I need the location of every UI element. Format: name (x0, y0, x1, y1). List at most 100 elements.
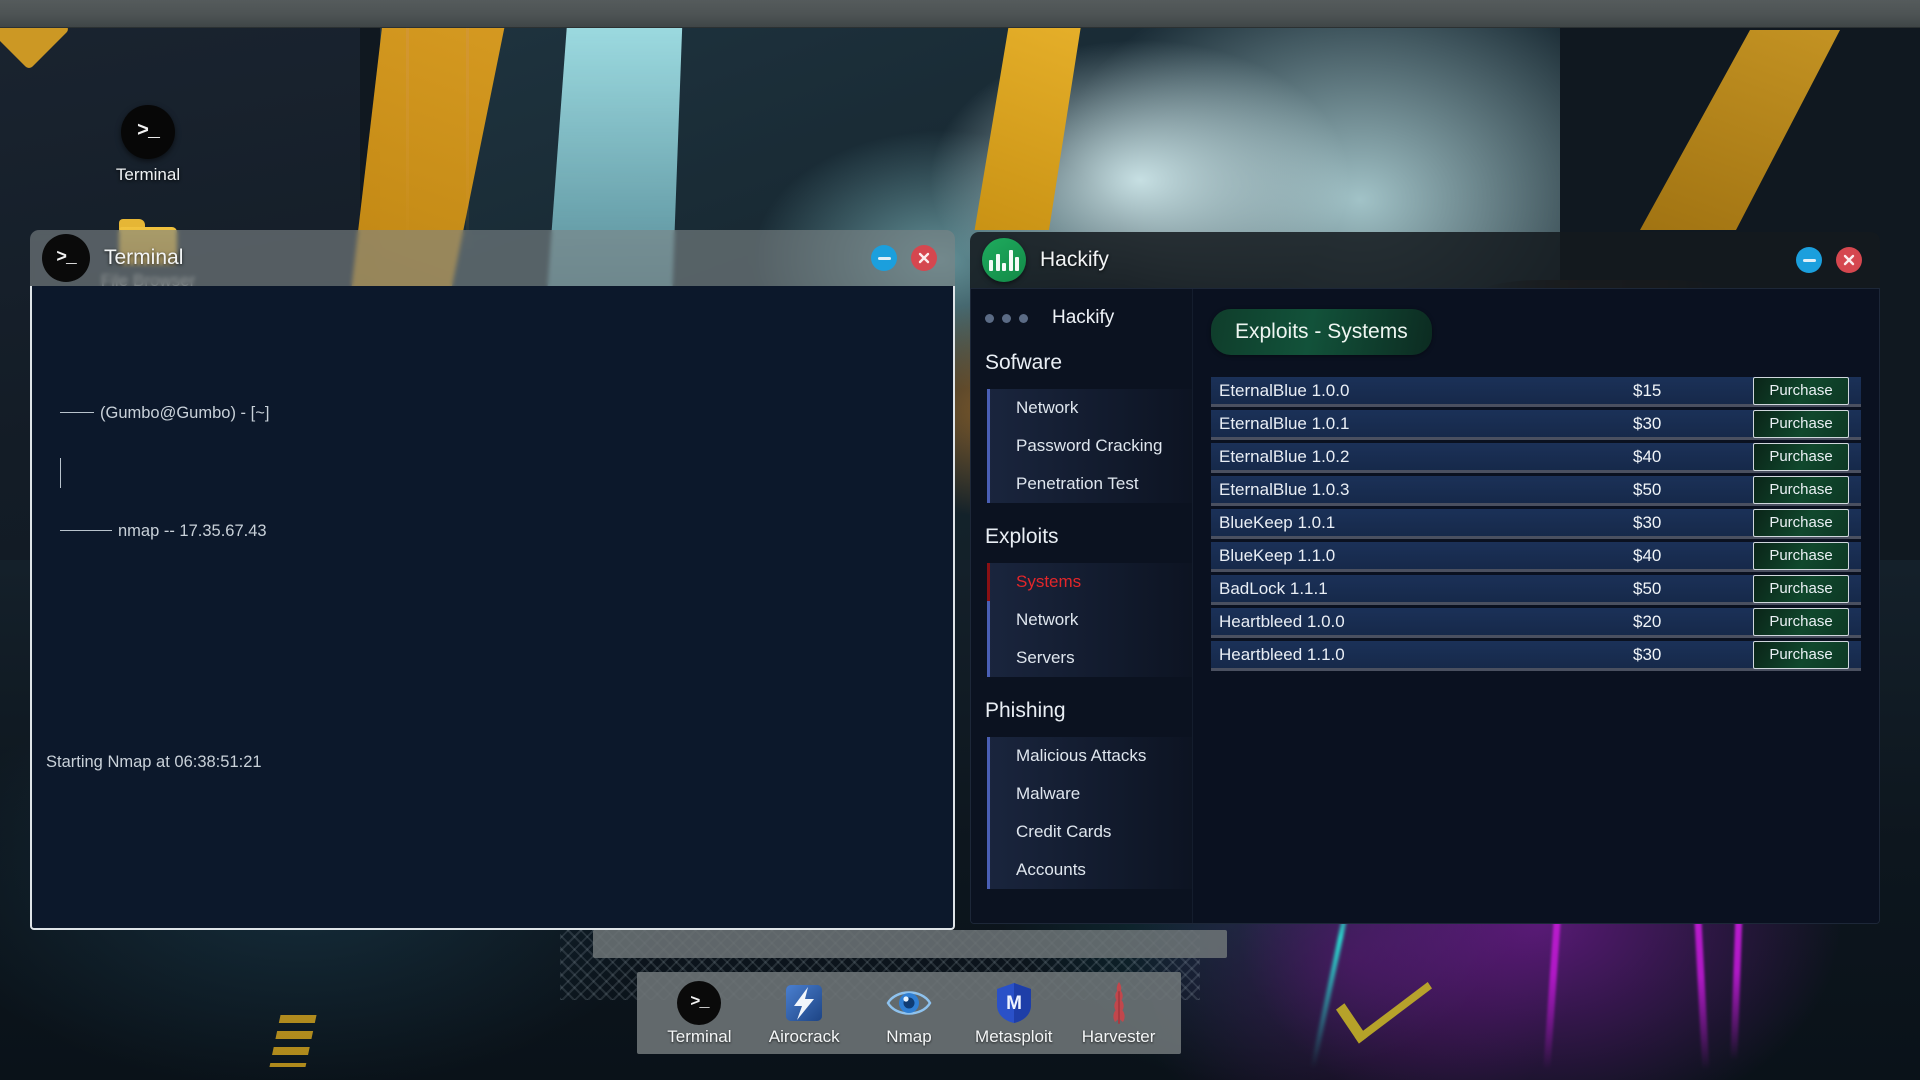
terminal-prompt-icon: >_ (42, 234, 90, 282)
terminal-titlebar[interactable]: >_ Terminal (30, 230, 955, 286)
hackify-sidebar: Hackify Sofware Network Password Crackin… (971, 289, 1193, 923)
nmap-eye-icon (859, 980, 959, 1026)
sidebar-group-title-software: Sofware (985, 351, 1063, 374)
sidebar-item-malicious-attacks[interactable]: Malicious Attacks (987, 737, 1192, 775)
exploit-name: EternalBlue 1.0.0 (1219, 380, 1350, 400)
terminal-prompt-icon: >_ (649, 980, 749, 1026)
terminal-prompt-block-1: (Gumbo@Gumbo) - [~] nmap -- 17.35.67.43 (46, 370, 927, 576)
table-row[interactable]: BadLock 1.1.1 $50 Purchase (1211, 574, 1861, 605)
table-row[interactable]: BlueKeep 1.1.0 $40 Purchase (1211, 541, 1861, 572)
exploits-table: EternalBlue 1.0.0 $15 Purchase EternalBl… (1211, 376, 1861, 671)
sidebar-item-credit-cards[interactable]: Credit Cards (987, 813, 1192, 851)
terminal-command-1: nmap -- 17.35.67.43 (118, 522, 267, 541)
window-dots-icon (985, 313, 1028, 323)
exploit-name: EternalBlue 1.0.3 (1219, 479, 1350, 499)
hackify-bars-icon (982, 238, 1026, 282)
sidebar-item-accounts[interactable]: Accounts (987, 851, 1192, 889)
exploit-price: $30 (1633, 413, 1662, 433)
sidebar-item-exploits-network[interactable]: Network (987, 601, 1192, 639)
terminal-minimize-button[interactable] (871, 245, 897, 271)
dock-label-nmap: Nmap (886, 1026, 932, 1046)
system-top-bar (0, 0, 1920, 28)
terminal-window-title: Terminal (104, 246, 184, 269)
table-row[interactable]: Heartbleed 1.1.0 $30 Purchase (1211, 640, 1861, 671)
table-row[interactable]: EternalBlue 1.0.1 $30 Purchase (1211, 409, 1861, 440)
terminal-window-controls (871, 245, 937, 271)
table-row[interactable]: EternalBlue 1.0.3 $50 Purchase (1211, 475, 1861, 506)
hackify-titlebar[interactable]: Hackify (970, 232, 1880, 288)
exploit-name: EternalBlue 1.0.1 (1219, 413, 1350, 433)
page-title: Exploits - Systems (1211, 309, 1432, 355)
prompt-pipe (60, 457, 61, 488)
sidebar-group-title-phishing: Phishing (985, 699, 1066, 722)
sidebar-item-malware[interactable]: Malware (987, 775, 1192, 813)
table-row[interactable]: Heartbleed 1.0.0 $20 Purchase (1211, 607, 1861, 638)
terminal-titlebar-glyph: >_ (56, 248, 77, 268)
terminal-window: >_ Terminal (Gumbo@Gumbo) - [~] nmap -- … (30, 230, 955, 930)
metasploit-shield-icon: M (964, 980, 1064, 1026)
purchase-button[interactable]: Purchase (1753, 475, 1849, 504)
exploit-name: Heartbleed 1.0.0 (1219, 611, 1345, 631)
dock-item-metasploit[interactable]: M Metasploit (964, 980, 1064, 1047)
dock-item-terminal[interactable]: >_ Terminal (649, 980, 749, 1047)
hackify-content: Hackify Sofware Network Password Crackin… (970, 288, 1880, 924)
exploit-name: BlueKeep 1.1.0 (1219, 545, 1336, 565)
table-row[interactable]: EternalBlue 1.0.2 $40 Purchase (1211, 442, 1861, 473)
sidebar-item-exploits-systems[interactable]: Systems (987, 563, 1192, 601)
terminal-prompt-1: (Gumbo@Gumbo) - [~] (100, 404, 270, 423)
purchase-button[interactable]: Purchase (1753, 640, 1849, 669)
exploit-price: $30 (1633, 644, 1662, 664)
exploit-price: $50 (1633, 479, 1662, 499)
svg-text:M: M (1006, 993, 1022, 1014)
terminal-output-area[interactable]: (Gumbo@Gumbo) - [~] nmap -- 17.35.67.43 … (30, 286, 955, 930)
exploit-name: EternalBlue 1.0.2 (1219, 446, 1350, 466)
purchase-button[interactable]: Purchase (1753, 508, 1849, 537)
prompt-elbow-top (60, 412, 94, 413)
hackify-brand-label: Hackify (1052, 307, 1115, 328)
purchase-button[interactable]: Purchase (1753, 574, 1849, 603)
exploit-price: $50 (1633, 578, 1662, 598)
dock-item-airocrack[interactable]: Airocrack (754, 980, 854, 1047)
close-icon (1843, 254, 1855, 266)
wallpaper-vline-2 (466, 0, 469, 250)
dock-shelf (593, 930, 1227, 958)
sidebar-item-password-cracking[interactable]: Password Cracking (987, 427, 1192, 465)
exploit-name: BlueKeep 1.0.1 (1219, 512, 1336, 532)
purchase-button[interactable]: Purchase (1753, 541, 1849, 570)
sidebar-group-title-exploits: Exploits (985, 525, 1059, 548)
close-icon (918, 252, 930, 264)
terminal-close-button[interactable] (911, 245, 937, 271)
hackify-window-title: Hackify (1040, 248, 1109, 271)
terminal-glyph: >_ (136, 119, 160, 143)
wallpaper-yellow-slash-3 (1640, 30, 1840, 230)
desktop-icon-terminal[interactable]: >_ Terminal (73, 105, 223, 185)
dock-item-nmap[interactable]: Nmap (859, 980, 959, 1047)
harvester-wheat-icon (1069, 980, 1169, 1026)
application-dock: >_ Terminal Airocrack Nmap M Metasploit … (637, 972, 1181, 1054)
hackify-window-controls (1796, 247, 1862, 273)
purchase-button[interactable]: Purchase (1753, 607, 1849, 636)
exploit-price: $20 (1633, 611, 1662, 631)
purchase-button[interactable]: Purchase (1753, 376, 1849, 405)
sidebar-item-exploits-servers[interactable]: Servers (987, 639, 1192, 677)
dock-terminal-glyph: >_ (690, 993, 709, 1012)
prompt-elbow-bottom (60, 530, 112, 531)
table-row[interactable]: BlueKeep 1.0.1 $30 Purchase (1211, 508, 1861, 539)
hackify-sidebar-header: Hackify (971, 307, 1192, 329)
hackify-window: Hackify Hackify Sofware Network Password… (970, 232, 1880, 924)
dock-label-metasploit: Metasploit (975, 1026, 1053, 1046)
terminal-prompt-icon: >_ (73, 105, 223, 159)
sidebar-item-software-network[interactable]: Network (987, 389, 1192, 427)
terminal-line-starting: Starting Nmap at 06:38:51:21 (46, 752, 262, 771)
purchase-button[interactable]: Purchase (1753, 442, 1849, 471)
hackify-close-button[interactable] (1836, 247, 1862, 273)
dock-label-airocrack: Airocrack (768, 1026, 840, 1046)
purchase-button[interactable]: Purchase (1753, 409, 1849, 438)
dock-item-harvester[interactable]: Harvester (1069, 980, 1169, 1047)
hackify-minimize-button[interactable] (1796, 247, 1822, 273)
dock-label-harvester: Harvester (1081, 1026, 1156, 1046)
exploit-price: $40 (1633, 545, 1662, 565)
sidebar-item-penetration-test[interactable]: Penetration Test (987, 465, 1192, 503)
table-row[interactable]: EternalBlue 1.0.0 $15 Purchase (1211, 376, 1861, 407)
dock-label-terminal: Terminal (667, 1026, 732, 1046)
